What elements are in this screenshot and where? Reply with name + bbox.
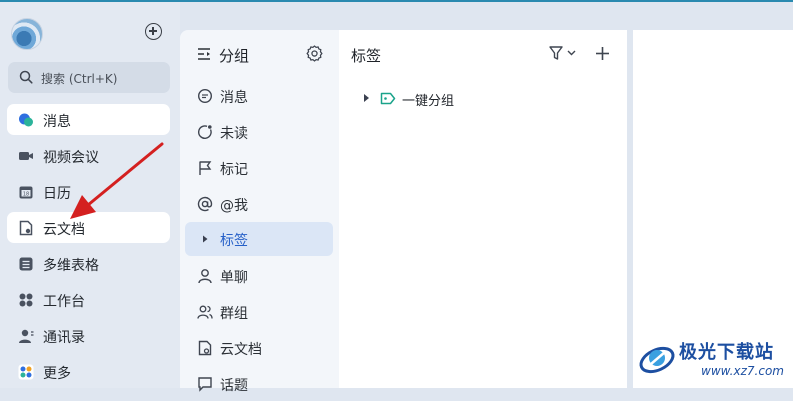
watermark-logo: 极光下载站 www.xz7.com [635, 332, 793, 386]
watermark-url: www.xz7.com [701, 364, 784, 378]
annotation-arrow [70, 142, 164, 219]
logo-icon [639, 346, 675, 374]
watermark-name: 极光下载站 [679, 342, 774, 363]
